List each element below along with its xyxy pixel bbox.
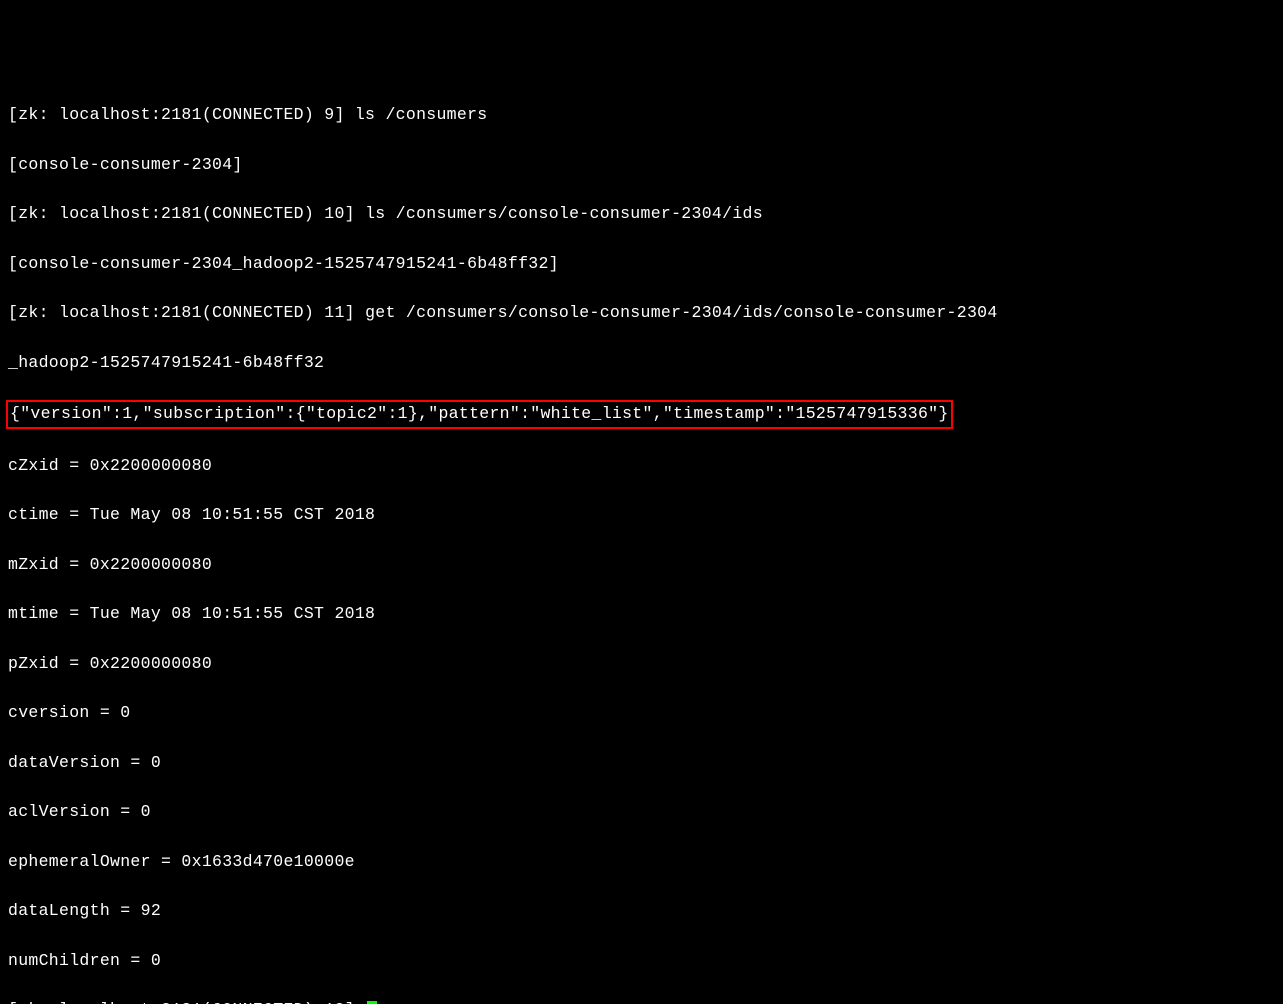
terminal-output-mtime: mtime = Tue May 08 10:51:55 CST 2018	[8, 602, 1275, 627]
command-get-consumer: get /consumers/console-consumer-2304/ids…	[365, 303, 998, 322]
terminal-line-prompt-current[interactable]: [zk: localhost:2181(CONNECTED) 12]	[8, 998, 1275, 1004]
terminal-output-json-highlighted: {"version":1,"subscription":{"topic2":1}…	[8, 400, 1275, 429]
terminal-line-5: [zk: localhost:2181(CONNECTED) 11] get /…	[8, 301, 1275, 326]
terminal-output-czxid: cZxid = 0x2200000080	[8, 454, 1275, 479]
terminal-output-ephemeralowner: ephemeralOwner = 0x1633d470e10000e	[8, 850, 1275, 875]
zk-prompt-12: [zk: localhost:2181(CONNECTED) 12]	[8, 1000, 365, 1004]
terminal-output-numchildren: numChildren = 0	[8, 949, 1275, 974]
terminal-output-mzxid: mZxid = 0x2200000080	[8, 553, 1275, 578]
cursor-icon	[367, 1001, 377, 1004]
command-ls-consumers: ls /consumers	[355, 105, 488, 124]
command-ls-ids: ls /consumers/console-consumer-2304/ids	[365, 204, 763, 223]
zk-prompt-9: [zk: localhost:2181(CONNECTED) 9]	[8, 105, 355, 124]
terminal-output-ids-list: [console-consumer-2304_hadoop2-152574791…	[8, 252, 1275, 277]
terminal-line-3: [zk: localhost:2181(CONNECTED) 10] ls /c…	[8, 202, 1275, 227]
terminal-output-ctime: ctime = Tue May 08 10:51:55 CST 2018	[8, 503, 1275, 528]
zk-prompt-11: [zk: localhost:2181(CONNECTED) 11]	[8, 303, 365, 322]
terminal-output-pzxid: pZxid = 0x2200000080	[8, 652, 1275, 677]
terminal-output-datalength: dataLength = 92	[8, 899, 1275, 924]
terminal-output-consumers-list: [console-consumer-2304]	[8, 153, 1275, 178]
terminal-output-aclversion: aclVersion = 0	[8, 800, 1275, 825]
terminal-line-1: [zk: localhost:2181(CONNECTED) 9] ls /co…	[8, 103, 1275, 128]
json-output-highlighted: {"version":1,"subscription":{"topic2":1}…	[6, 400, 953, 429]
terminal-output-dataversion: dataVersion = 0	[8, 751, 1275, 776]
zk-prompt-10: [zk: localhost:2181(CONNECTED) 10]	[8, 204, 365, 223]
terminal-output-cversion: cversion = 0	[8, 701, 1275, 726]
command-get-consumer-continuation: _hadoop2-1525747915241-6b48ff32	[8, 351, 1275, 376]
